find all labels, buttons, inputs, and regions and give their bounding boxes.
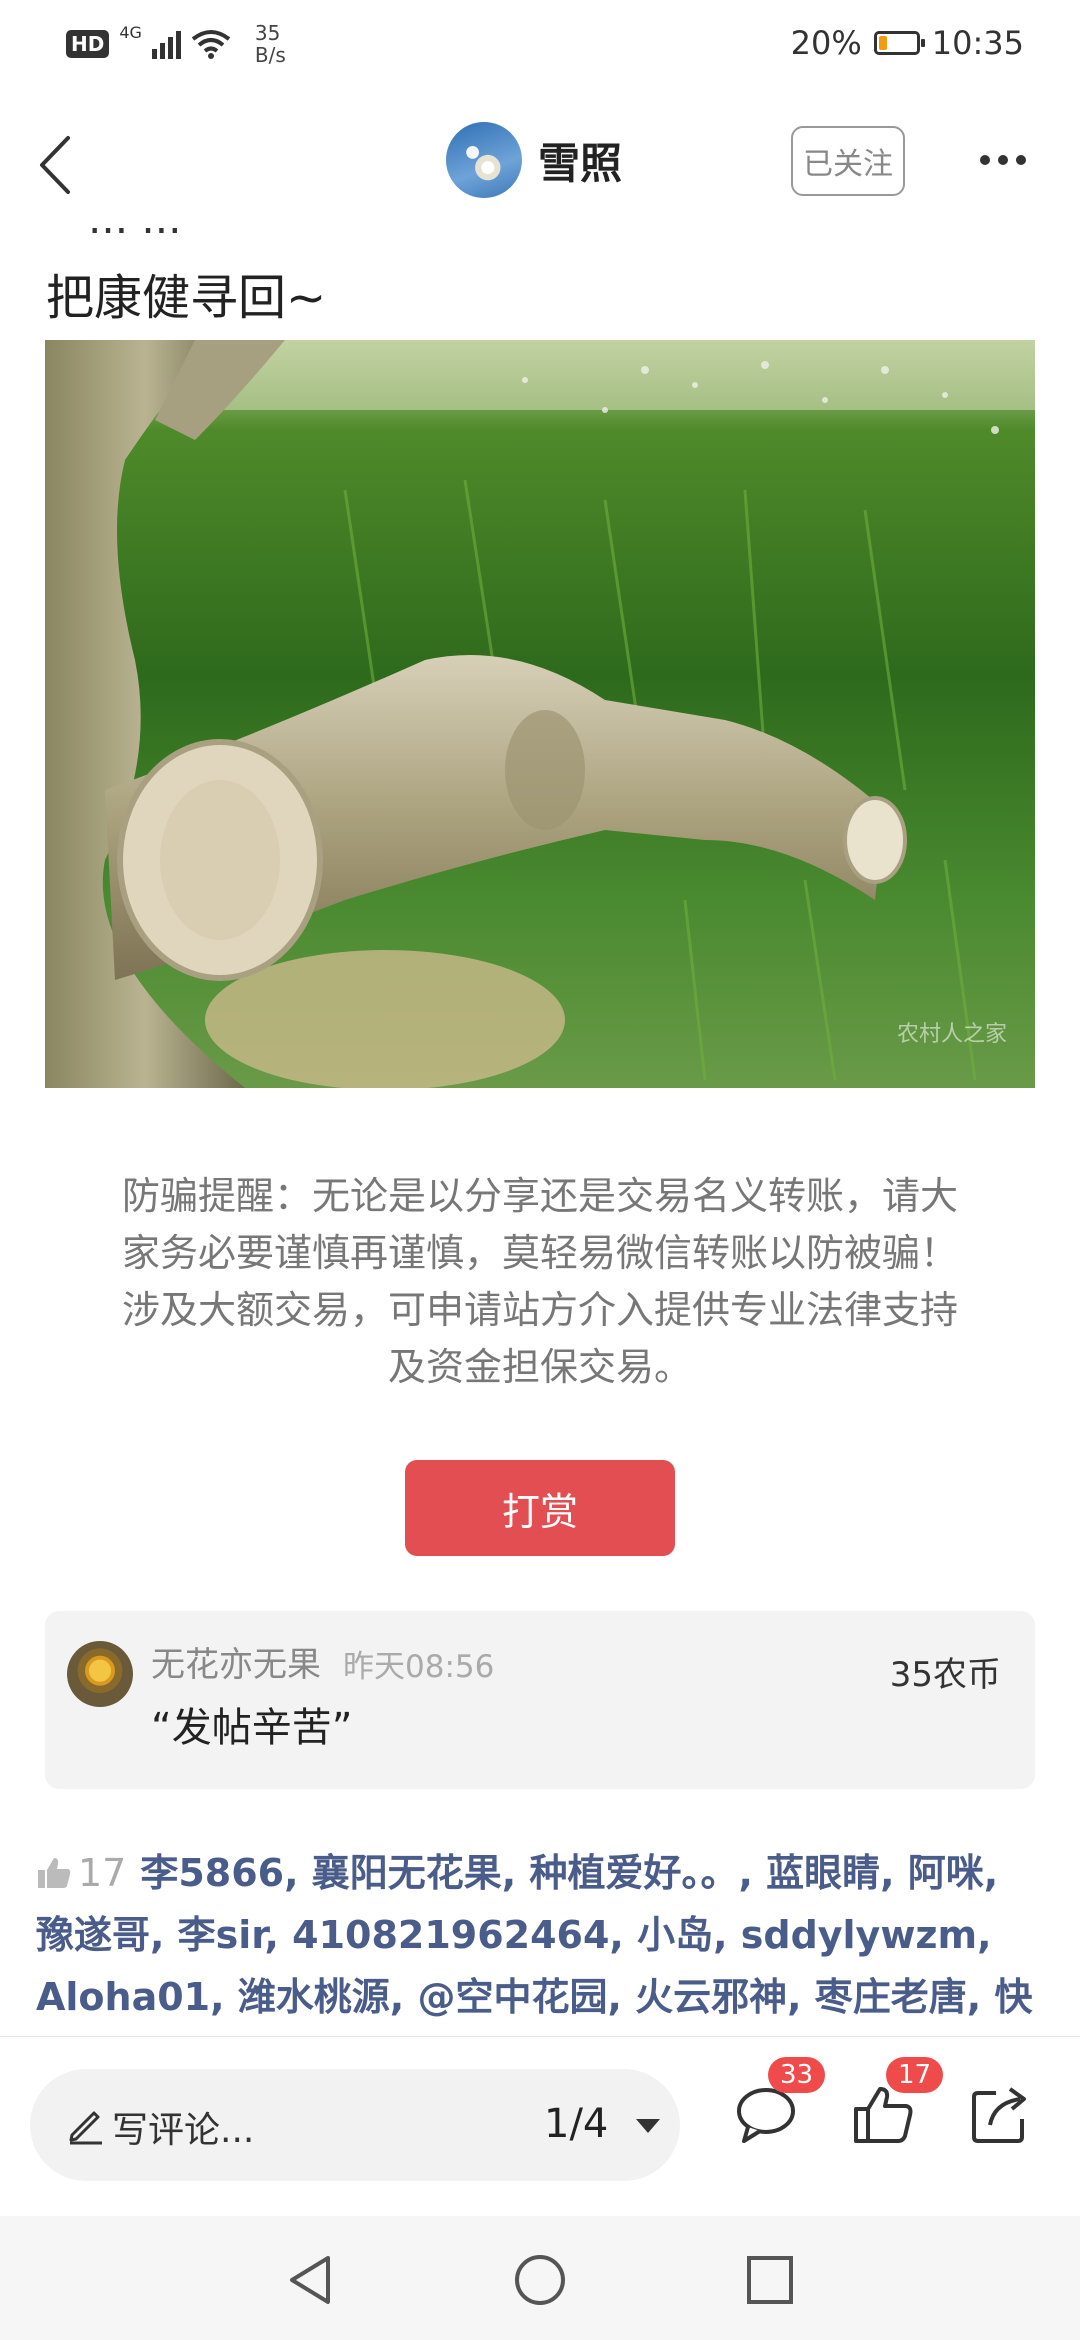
share-button[interactable] [968, 2077, 1038, 2147]
liker-names[interactable]: 李5866, 襄阳无花果, 种植爱好。。, 蓝眼睛, 阿咪, 豫遂哥, 李sir… [36, 1851, 1032, 2036]
hd-badge: HD [66, 30, 110, 58]
wifi-icon [191, 30, 231, 59]
network-type: 4G [119, 22, 142, 42]
like-count-badge: 17 [886, 2057, 944, 2093]
clock: 10:35 [931, 24, 1024, 62]
reward-button[interactable]: 打赏 [405, 1460, 675, 1556]
comment-input[interactable]: 写评论... 1/4 [30, 2069, 680, 2181]
page-indicator[interactable]: 1/4 [544, 2101, 608, 2147]
share-icon [972, 2087, 1026, 2143]
truncated-line: ... ... [88, 228, 181, 243]
avatar[interactable] [67, 1641, 133, 1707]
likes-list: 17 李5866, 襄阳无花果, 种植爱好。。, 蓝眼睛, 阿咪, 豫遂哥, 李s… [36, 1842, 1046, 2036]
back-icon[interactable] [28, 130, 88, 200]
like-icon [38, 1858, 71, 1888]
author-avatar[interactable] [446, 122, 522, 198]
author-name[interactable]: 雪照 [538, 130, 622, 191]
status-bar: HD 4G 35 B/s 20% 10:35 [0, 0, 1080, 92]
reward-time: 昨天08:56 [343, 1649, 495, 1685]
battery-icon [873, 31, 925, 55]
author-info[interactable]: 雪照 [446, 122, 622, 198]
chevron-down-icon[interactable] [636, 2119, 660, 2133]
anti-fraud-notice: 防骗提醒：无论是以分享还是交易名义转账，请大家务必要谨慎再谨慎，莫轻易微信转账以… [121, 1174, 958, 1389]
reward-amount: 35农币 [889, 1655, 1001, 1695]
bottom-action-bar: 写评论... 1/4 33 17 [0, 2036, 1080, 2217]
signal-icon [151, 29, 181, 59]
nav-recents-icon[interactable] [744, 2252, 796, 2308]
network-speed: 35 B/s [254, 21, 286, 67]
nav-home-icon[interactable] [512, 2252, 568, 2308]
nav-back-icon[interactable] [284, 2252, 336, 2308]
comment-count-badge: 33 [768, 2057, 826, 2093]
follow-button[interactable]: 已关注 [791, 126, 905, 196]
image-watermark: 农村人之家 [896, 1022, 1007, 1047]
pen-icon [69, 2111, 102, 2145]
reward-user-name[interactable]: 无花亦无果 [151, 1637, 321, 1686]
reward-record: 无花亦无果 昨天08:56 “发帖辛苦” 35农币 [45, 1611, 1035, 1789]
comment-button[interactable]: 33 [734, 2057, 826, 2147]
reward-message: “发帖辛苦” [151, 1705, 353, 1751]
post-text: 把康健寻回~ [46, 270, 327, 326]
top-nav-bar: 雪照 已关注 [0, 100, 1080, 228]
post-image[interactable]: 农村人之家 [45, 340, 1035, 1088]
likes-count: 17 [78, 1851, 127, 1895]
system-navigation-bar [0, 2216, 1080, 2340]
post-content: ... ... 把康健寻回~ [0, 228, 1080, 2036]
battery-percent: 20% [790, 24, 862, 62]
comment-placeholder: 写评论... [112, 2110, 255, 2151]
more-icon[interactable] [980, 155, 1026, 165]
like-button[interactable]: 17 [852, 2057, 944, 2147]
